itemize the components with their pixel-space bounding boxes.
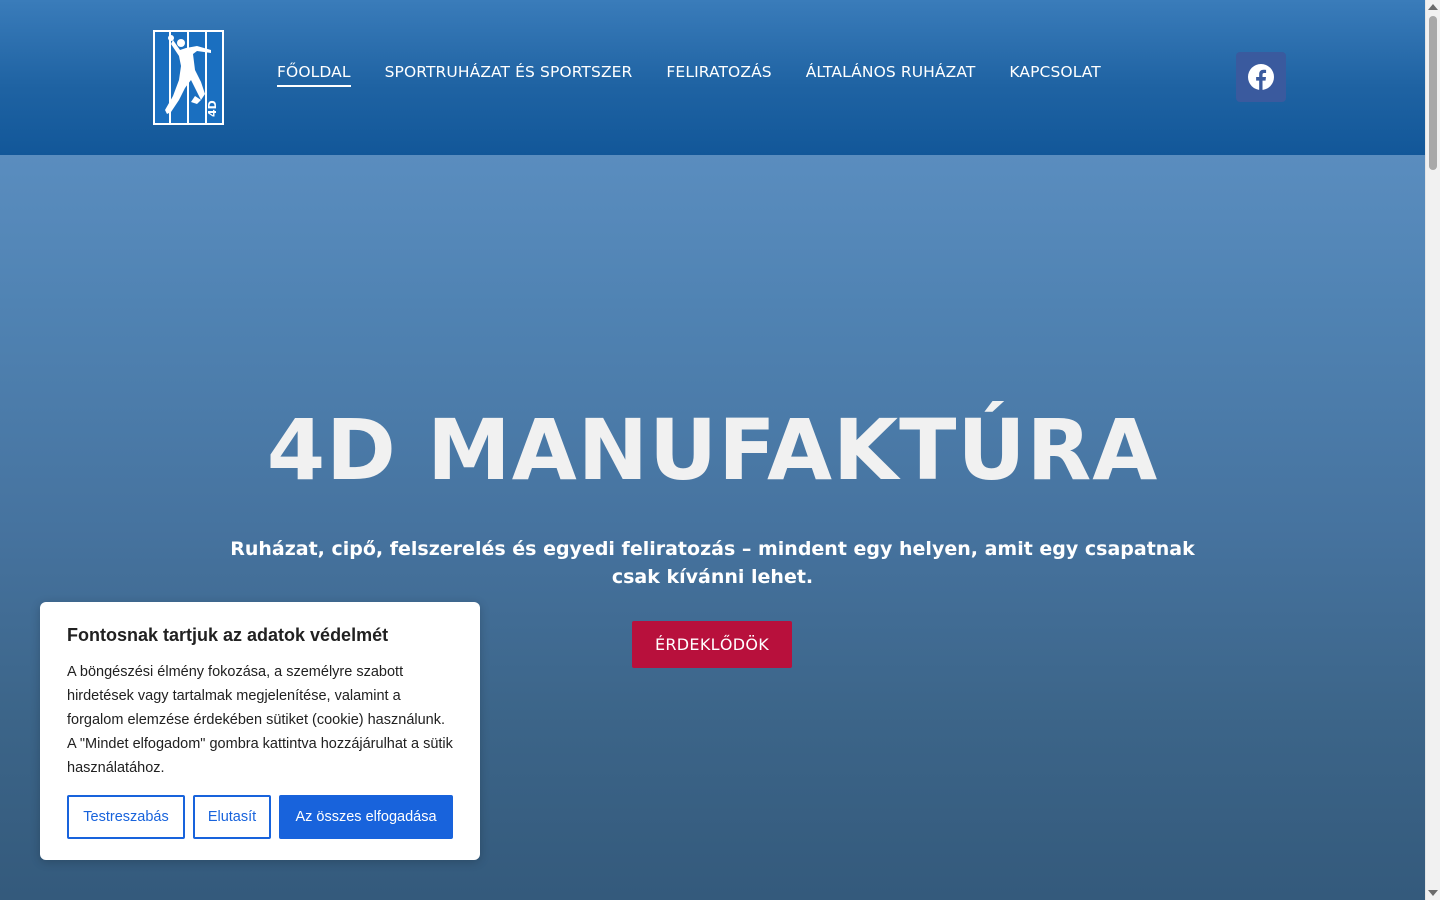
logo-4d-label: 4D — [206, 100, 219, 117]
nav-item-contact[interactable]: KAPCSOLAT — [1009, 63, 1100, 87]
nav-item-sportswear[interactable]: SPORTRUHÁZAT ÉS SPORTSZER — [385, 63, 633, 87]
page: 4D 4D FŐOLDAL SPORTRUHÁZAT ÉS SPORTSZER … — [0, 0, 1440, 900]
nav-item-lettering[interactable]: FELIRATOZÁS — [666, 63, 771, 87]
site-logo[interactable]: 4D 4D — [153, 30, 224, 125]
hero-title: 4D MANUFAKTÚRA — [266, 401, 1159, 499]
facebook-button[interactable] — [1236, 52, 1286, 102]
cookie-banner-title: Fontosnak tartjuk az adatok védelmét — [67, 625, 389, 645]
inquire-button[interactable]: ÉRDEKLŐDÖK — [632, 621, 792, 668]
scroll-up-arrow-icon[interactable] — [1428, 4, 1438, 10]
accept-all-button[interactable]: Az összes elfogadása — [279, 795, 453, 839]
facebook-icon — [1248, 64, 1274, 90]
hero-subtitle: Ruházat, cipő, felszerelés és egyedi fel… — [230, 538, 1195, 588]
site-header: 4D 4D FŐOLDAL SPORTRUHÁZAT ÉS SPORTSZER … — [0, 0, 1425, 155]
cookie-banner-actions: Testreszabás Elutasít Az összes elfogadá… — [67, 795, 461, 839]
customize-button[interactable]: Testreszabás — [67, 795, 185, 839]
scrollbar-thumb[interactable] — [1429, 16, 1437, 170]
nav-item-home[interactable]: FŐOLDAL — [277, 63, 351, 87]
cookie-consent-banner: Fontosnak tartjuk az adatok védelmét A b… — [40, 602, 480, 860]
page-scrollbar[interactable] — [1425, 0, 1440, 900]
reject-button[interactable]: Elutasít — [193, 795, 271, 839]
nav-item-general-clothing[interactable]: ÁLTALÁNOS RUHÁZAT — [806, 63, 976, 87]
cookie-banner-text: A böngészési élmény fokozása, a személyr… — [67, 664, 453, 776]
main-nav: FŐOLDAL SPORTRUHÁZAT ÉS SPORTSZER FELIRA… — [277, 63, 1135, 87]
scroll-down-arrow-icon[interactable] — [1428, 890, 1438, 896]
